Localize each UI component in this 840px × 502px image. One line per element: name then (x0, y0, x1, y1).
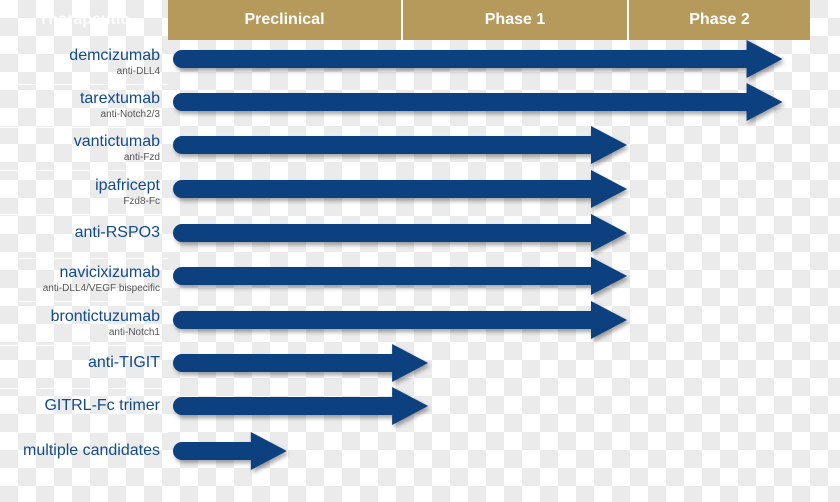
progress-arrow-anti-rspo3 (173, 214, 627, 252)
row-separator (0, 84, 168, 85)
row-separator (0, 432, 168, 433)
progress-arrows (173, 40, 783, 470)
row-separator (0, 301, 168, 302)
progress-arrow-ipafricept (173, 170, 627, 208)
row-separator (0, 258, 168, 259)
row-separator (0, 170, 168, 171)
row-separator (0, 345, 168, 346)
progress-arrow-brontictuzumab (173, 301, 627, 339)
progress-arrow-vantictumab (173, 126, 628, 164)
progress-arrow-anti-tigit (173, 344, 429, 382)
progress-arrow-tarextumab (173, 83, 783, 121)
row-separator (0, 127, 168, 128)
row-separator (0, 388, 168, 389)
progress-arrow-gitrl-fc-trimer (173, 387, 429, 425)
progress-arrow-navicixizumab (173, 257, 627, 295)
row-separator (0, 214, 168, 215)
progress-arrow-multiple-candidates (173, 432, 287, 470)
progress-arrow-demcizumab (173, 40, 783, 78)
